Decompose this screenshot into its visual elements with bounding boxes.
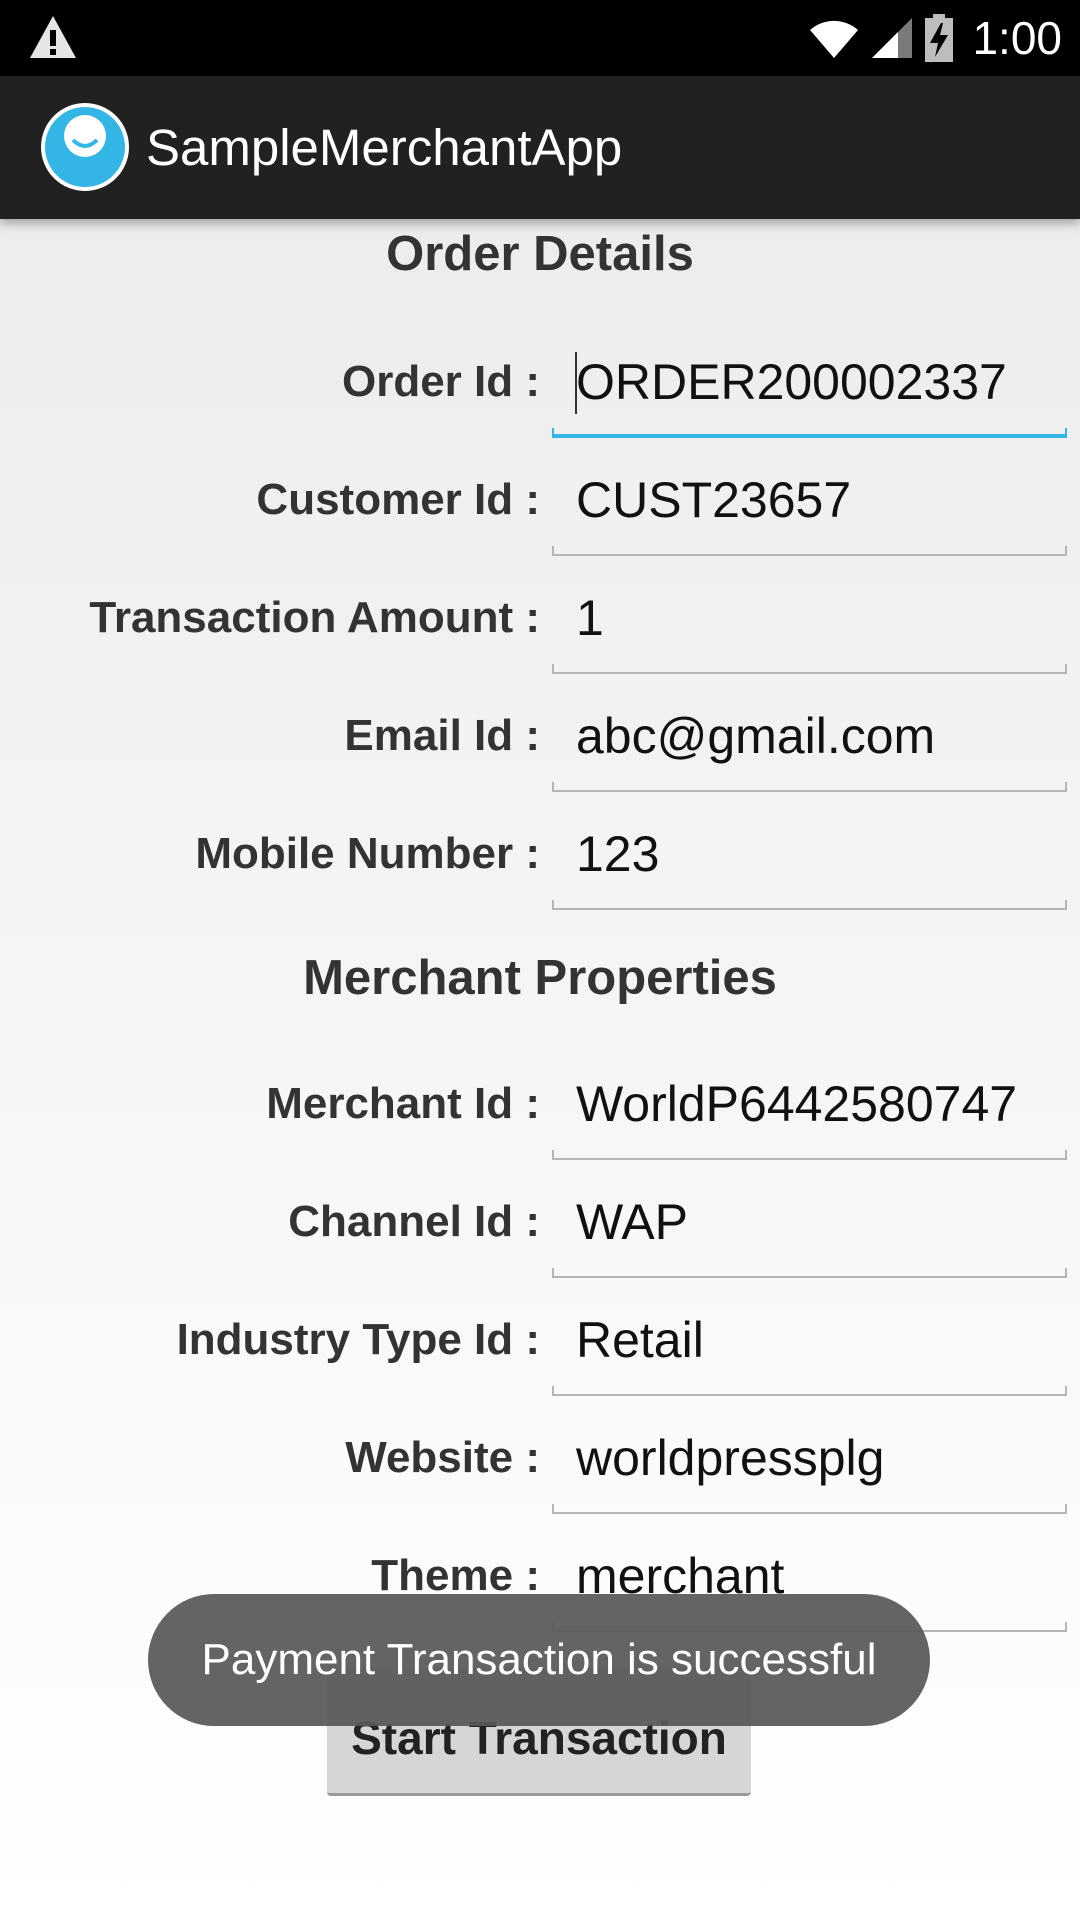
- transaction-amount-row: Transaction Amount :: [0, 568, 1080, 686]
- action-bar: SampleMerchantApp: [0, 76, 1080, 219]
- customer-id-row: Customer Id :: [0, 450, 1080, 568]
- channel-id-label: Channel Id :: [288, 1197, 540, 1246]
- field-underline: [552, 664, 1067, 674]
- field-underline: [552, 1504, 1067, 1514]
- order-id-row: Order Id :: [0, 332, 1080, 450]
- merchant-properties-title: Merchant Properties: [303, 951, 777, 1005]
- field-underline: [552, 1268, 1067, 1278]
- text-cursor: [575, 352, 577, 414]
- field-underline: [552, 546, 1067, 556]
- field-underline: [552, 1150, 1067, 1160]
- status-bar: 1:00: [0, 0, 1080, 76]
- industry-type-id-field[interactable]: [552, 1294, 1066, 1386]
- status-time: 1:00: [972, 12, 1062, 64]
- field-underline: [552, 1386, 1067, 1396]
- wifi-icon: [810, 20, 859, 58]
- field-underline: [552, 900, 1067, 910]
- website-field[interactable]: [552, 1412, 1066, 1504]
- warning-icon: [30, 16, 76, 58]
- transaction-amount-label: Transaction Amount :: [89, 593, 540, 642]
- email-id-row: Email Id :: [0, 686, 1080, 804]
- email-id-label: Email Id :: [344, 711, 540, 760]
- field-underline: [552, 428, 1067, 438]
- signal-icon: [872, 18, 913, 58]
- merchant-id-field[interactable]: [552, 1058, 1066, 1150]
- transaction-amount-field[interactable]: [552, 572, 1066, 664]
- industry-type-id-label: Industry Type Id :: [176, 1315, 540, 1364]
- app-avatar-icon[interactable]: [40, 102, 130, 192]
- order-details-title: Order Details: [386, 227, 694, 281]
- channel-id-row: Channel Id :: [0, 1172, 1080, 1290]
- mobile-number-row: Mobile Number :: [0, 804, 1080, 922]
- merchant-id-row: Merchant Id :: [0, 1054, 1080, 1172]
- customer-id-field[interactable]: [552, 454, 1066, 546]
- website-label: Website :: [345, 1433, 540, 1482]
- toast-message: Payment Transaction is successful: [148, 1594, 930, 1726]
- mobile-number-label: Mobile Number :: [195, 829, 540, 878]
- website-row: Website :: [0, 1408, 1080, 1526]
- app-title: SampleMerchantApp: [146, 119, 623, 176]
- merchant-id-label: Merchant Id :: [266, 1079, 540, 1128]
- customer-id-label: Customer Id :: [256, 475, 540, 524]
- battery-charging-icon: [925, 14, 954, 62]
- order-id-field[interactable]: [552, 336, 1066, 428]
- industry-type-id-row: Industry Type Id :: [0, 1290, 1080, 1408]
- mobile-number-field[interactable]: [552, 808, 1066, 900]
- channel-id-field[interactable]: [552, 1176, 1066, 1268]
- order-id-label: Order Id :: [341, 357, 540, 406]
- email-id-field[interactable]: [552, 690, 1066, 782]
- field-underline: [552, 782, 1067, 792]
